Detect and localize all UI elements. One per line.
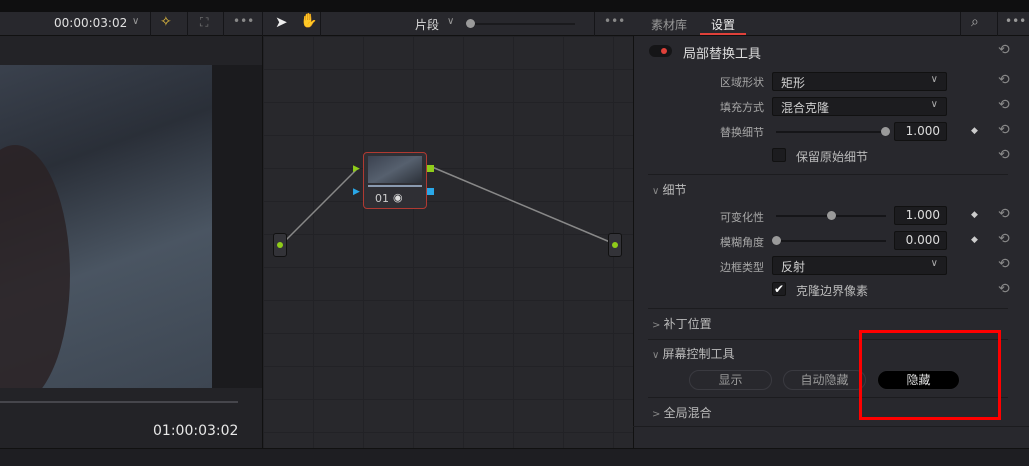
border-type-label: 边框类型 (720, 261, 764, 274)
slider-knob[interactable] (881, 127, 890, 136)
node-connections (281, 166, 611, 245)
variability-input[interactable]: 1.000 (894, 206, 947, 225)
viewer-timecode: 01:00:03:02 (153, 423, 239, 439)
chevron-down-icon: ∨ (652, 350, 663, 361)
divider (633, 426, 1029, 427)
viewer-scrubber[interactable] (0, 401, 238, 403)
reset-all-icon[interactable]: ⟲ (998, 42, 1010, 58)
key-output-port[interactable] (427, 188, 434, 195)
fill-mode-select[interactable]: 混合克隆 ∨ (772, 97, 947, 116)
node-label: 01 (375, 192, 389, 205)
reset-icon[interactable]: ⟲ (998, 281, 1010, 297)
tool-title: 局部替换工具 (683, 47, 762, 62)
border-type-select[interactable]: 反射 ∨ (772, 256, 947, 275)
clone-border-label: 克隆边界像素 (796, 284, 869, 298)
chevron-down-icon: ∨ (930, 74, 938, 85)
blur-angle-slider[interactable] (772, 236, 886, 245)
clip-mode-chevron-icon[interactable]: ∨ (447, 16, 454, 27)
patch-section-header[interactable]: > 补丁位置 (652, 315, 712, 332)
chevron-down-icon: ∨ (930, 258, 938, 269)
replace-detail-slider[interactable] (776, 127, 890, 136)
tool-enable-toggle[interactable] (649, 45, 672, 57)
global-blend-header[interactable]: > 全局混合 (652, 404, 712, 421)
effect-icon: ◉ (393, 191, 403, 204)
slider-knob[interactable] (827, 211, 836, 220)
output-connection (431, 166, 611, 243)
viewer-more-icon[interactable]: ••• (233, 14, 254, 28)
show-button[interactable]: 显示 (689, 370, 772, 390)
reset-icon[interactable]: ⟲ (998, 256, 1010, 272)
node-more-icon[interactable]: ••• (604, 14, 625, 28)
blur-angle-input[interactable]: 0.000 (894, 231, 947, 250)
keyframe-icon[interactable]: ◆ (971, 210, 978, 220)
region-shape-value: 矩形 (781, 76, 806, 90)
reset-icon[interactable]: ⟲ (998, 147, 1010, 163)
blur-angle-label: 模糊角度 (720, 236, 764, 249)
figure-silhouette (0, 145, 70, 388)
detail-section-header[interactable]: ∨ 细节 (652, 181, 687, 198)
region-shape-select[interactable]: 矩形 ∨ (772, 72, 947, 91)
node-bar (368, 185, 422, 187)
fill-mode-label: 填充方式 (720, 101, 764, 114)
variability-slider[interactable] (776, 211, 886, 220)
keep-detail-label: 保留原始细节 (796, 150, 869, 164)
divider (648, 308, 1008, 309)
chevron-down-icon: ∨ (652, 186, 663, 197)
rgb-input-icon[interactable]: ▶ (353, 164, 360, 174)
viewer-margin (212, 65, 262, 388)
status-bar (0, 448, 1029, 466)
divider (648, 174, 1008, 175)
clip-mode-select[interactable]: 片段 (415, 16, 439, 33)
replace-detail-input[interactable]: 1.000 (894, 122, 947, 141)
reset-icon[interactable]: ⟲ (998, 72, 1010, 88)
video-frame[interactable] (0, 65, 212, 388)
variability-label: 可变化性 (720, 211, 764, 224)
border-type-value: 反射 (781, 260, 806, 274)
replace-detail-label: 替换细节 (720, 126, 764, 139)
tab-settings[interactable]: 设置 (711, 16, 735, 33)
keep-detail-checkbox[interactable] (772, 148, 786, 162)
highlight-box (859, 330, 1001, 420)
screen-controls-title: 屏幕控制工具 (662, 347, 735, 361)
output-node[interactable] (608, 233, 622, 257)
node-01[interactable]: 01 ◉ (363, 152, 427, 209)
key-input-icon[interactable]: ▶ (353, 187, 360, 197)
active-tab-indicator (700, 33, 746, 35)
chevron-down-icon: ∨ (930, 99, 938, 110)
chevron-right-icon: > (652, 409, 664, 420)
zoom-slider[interactable] (466, 19, 575, 28)
magic-mask-icon[interactable]: ✧ (160, 14, 172, 30)
detail-section-title: 细节 (662, 183, 687, 197)
global-blend-title: 全局混合 (663, 406, 712, 420)
pointer-tool-icon[interactable]: ➤ (275, 13, 288, 31)
patch-section-title: 补丁位置 (663, 317, 712, 331)
fullscreen-icon[interactable]: ⛶ (200, 15, 208, 30)
reset-icon[interactable]: ⟲ (998, 206, 1010, 222)
node-thumbnail (368, 156, 422, 183)
hand-tool-icon[interactable]: ✋ (300, 13, 317, 29)
title-bar (0, 0, 1029, 12)
clone-border-checkbox[interactable]: ✔ (772, 282, 786, 296)
panel-more-icon[interactable]: ••• (1005, 14, 1026, 28)
source-input-node[interactable] (273, 233, 287, 257)
screen-controls-header[interactable]: ∨ 屏幕控制工具 (652, 345, 735, 362)
keyframe-icon[interactable]: ◆ (971, 126, 978, 136)
timecode-chevron-icon[interactable]: ∨ (132, 16, 139, 27)
viewer-timecode-top: 00:00:03:02 (54, 16, 128, 30)
search-icon[interactable]: ⌕ (971, 14, 979, 30)
toolbar: 00:00:03:02 ∨ ✧ ⛶ ••• ➤ ✋ 片段 ∨ ••• 素材库 设… (0, 12, 1029, 36)
zoom-slider-knob[interactable] (466, 19, 475, 28)
tab-library[interactable]: 素材库 (651, 16, 687, 33)
input-connection (281, 169, 357, 245)
reset-icon[interactable]: ⟲ (998, 231, 1010, 247)
rgb-output-port[interactable] (427, 165, 434, 172)
keyframe-icon[interactable]: ◆ (971, 235, 978, 245)
region-shape-label: 区域形状 (720, 76, 764, 89)
auto-hide-button[interactable]: 自动隐藏 (783, 370, 866, 390)
reset-icon[interactable]: ⟲ (998, 97, 1010, 113)
slider-knob[interactable] (772, 236, 781, 245)
chevron-right-icon: > (652, 320, 664, 331)
reset-icon[interactable]: ⟲ (998, 122, 1010, 138)
fill-mode-value: 混合克隆 (781, 101, 830, 115)
